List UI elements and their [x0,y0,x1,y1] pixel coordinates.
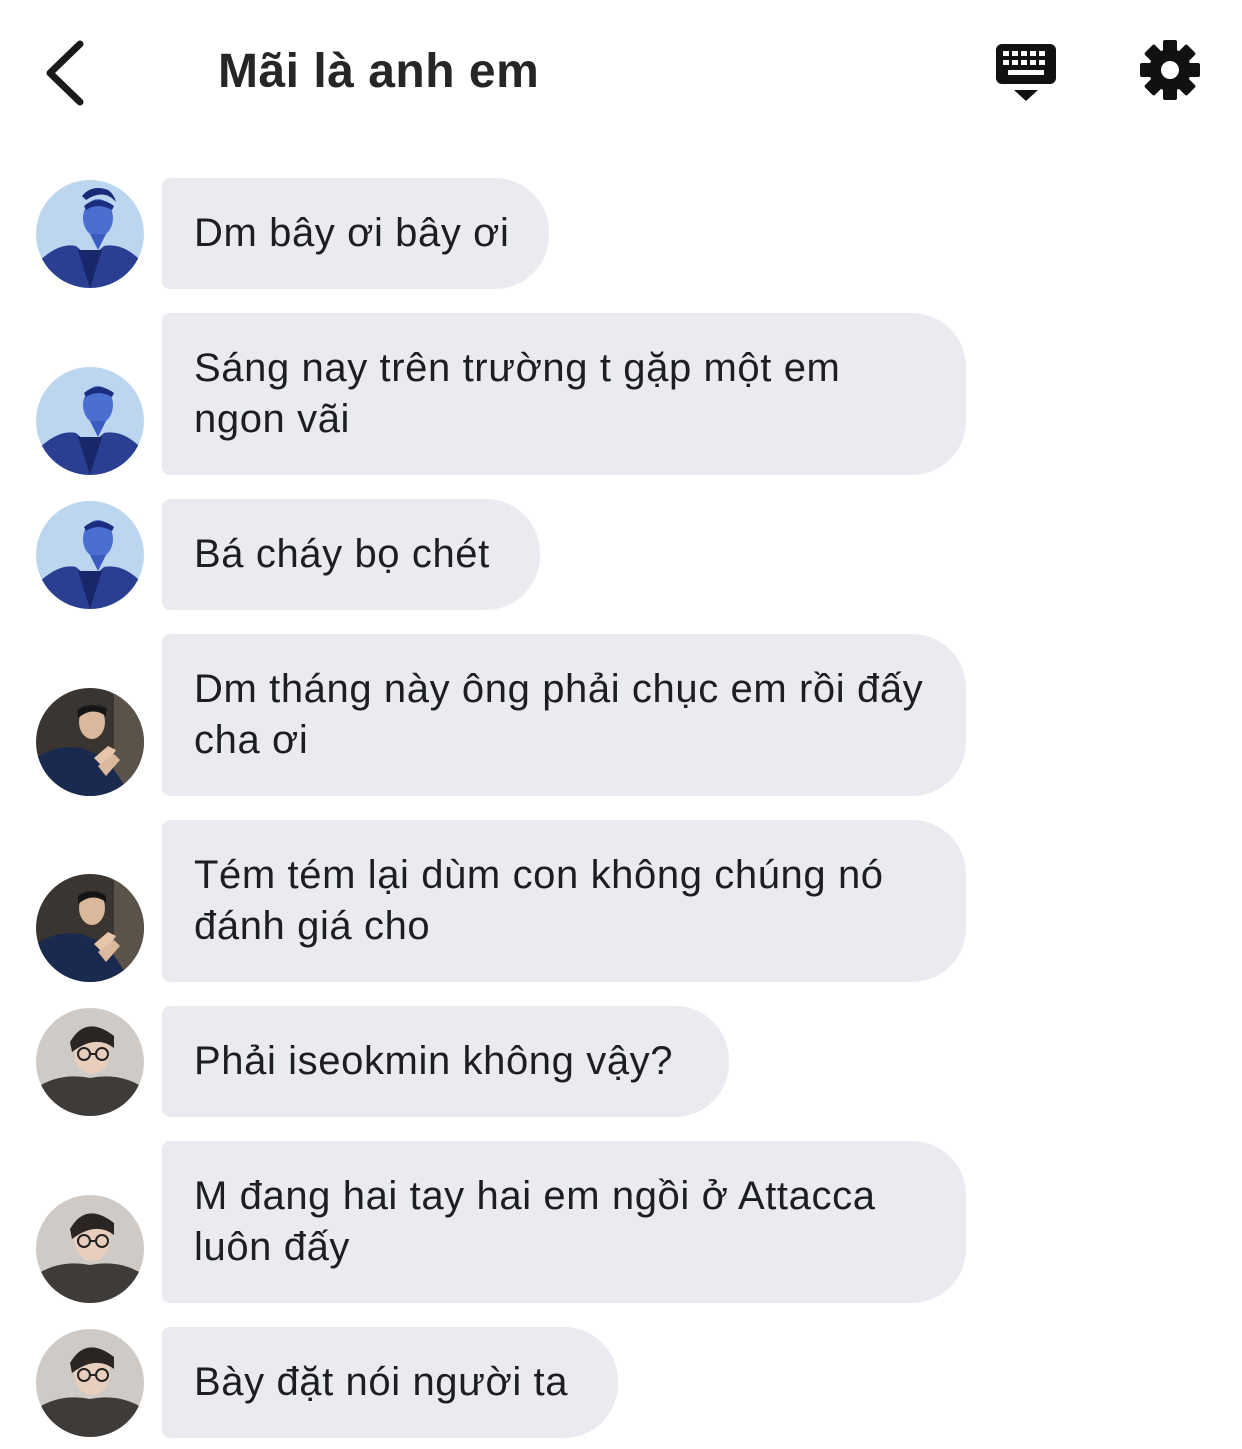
message-bubble[interactable]: Dm bây ơi bây ơi [162,178,549,289]
message-bubble[interactable]: M đang hai tay hai em ngồi ở Attacca luô… [162,1141,966,1303]
message-text: Dm bây ơi bây ơi [194,211,510,255]
message-text: M đang hai tay hai em ngồi ở Attacca luô… [194,1174,876,1269]
message-text: Tém tém lại dùm con không chúng nó đánh … [194,853,884,948]
message-row: Dm bây ơi bây ơi [0,178,1242,289]
chevron-left-icon [46,40,84,106]
message-text: Phải iseokmin không vậy? [194,1039,674,1083]
avatar-glasses-photo [36,1329,144,1437]
message-bubble[interactable]: Phải iseokmin không vậy? [162,1006,729,1117]
back-button[interactable] [40,38,96,108]
message-text: Bá cháy bọ chét [194,532,490,576]
message-bubble[interactable]: Dm tháng này ông phải chục em rồi đấy ch… [162,634,966,796]
avatar[interactable] [36,501,144,609]
chat-header: Mãi là anh em [0,0,1242,140]
avatar[interactable] [36,367,144,475]
avatar-dark-photo [36,688,144,796]
avatar[interactable] [36,874,144,982]
message-row: Bá cháy bọ chét [0,499,1242,610]
message-text: Dm tháng này ông phải chục em rồi đấy ch… [194,667,924,762]
avatar[interactable] [36,1008,144,1116]
keyboard-icon [996,44,1056,101]
message-row: Bày đặt nói người ta [0,1327,1242,1438]
settings-button[interactable] [1138,38,1202,102]
avatar[interactable] [36,1195,144,1303]
avatar[interactable] [36,688,144,796]
message-bubble[interactable]: Tém tém lại dùm con không chúng nó đánh … [162,820,966,982]
message-bubble[interactable]: Bá cháy bọ chét [162,499,540,610]
gear-icon [1140,40,1200,100]
avatar-glasses-photo [36,1195,144,1303]
avatar[interactable] [36,1329,144,1437]
avatar-blue-photo [36,180,144,288]
avatar-blue-photo [36,501,144,609]
chat-title: Mãi là anh em [218,45,540,98]
message-row: Tém tém lại dùm con không chúng nó đánh … [0,820,1242,982]
keyboard-button[interactable] [994,40,1058,104]
avatar-glasses-photo [36,1008,144,1116]
message-row: Sáng nay trên trường t gặp một em ngon v… [0,313,1242,475]
message-bubble[interactable]: Bày đặt nói người ta [162,1327,618,1438]
message-text: Bày đặt nói người ta [194,1360,569,1404]
avatar-blue-photo [36,367,144,475]
message-text: Sáng nay trên trường t gặp một em ngon v… [194,346,841,441]
message-bubble[interactable]: Sáng nay trên trường t gặp một em ngon v… [162,313,966,475]
avatar[interactable] [36,180,144,288]
avatar-dark-photo [36,874,144,982]
message-row: M đang hai tay hai em ngồi ở Attacca luô… [0,1141,1242,1303]
message-row: Phải iseokmin không vậy? [0,1006,1242,1117]
message-row: Dm tháng này ông phải chục em rồi đấy ch… [0,634,1242,796]
